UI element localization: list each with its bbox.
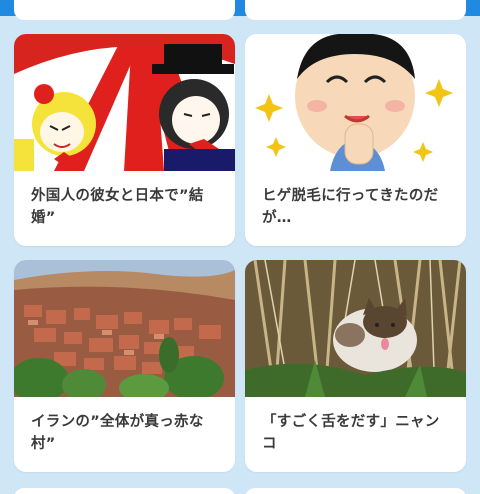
next-card-left[interactable] <box>14 488 235 494</box>
article-card[interactable]: 外国人の彼女と日本で”結婚” <box>14 34 235 246</box>
smiling-man-illustration <box>245 34 466 171</box>
red-village-photo <box>14 260 235 397</box>
cat-in-grass-photo <box>245 260 466 397</box>
previous-card-right[interactable] <box>245 0 466 20</box>
article-title[interactable]: 「すごく舌をだす」ニャンコ <box>245 397 466 455</box>
article-card[interactable]: イランの”全体が真っ赤な村” <box>14 260 235 472</box>
anime-characters-image <box>14 34 235 171</box>
next-card-right[interactable] <box>245 488 466 494</box>
article-title[interactable]: イランの”全体が真っ赤な村” <box>14 397 235 455</box>
article-card[interactable]: 「すごく舌をだす」ニャンコ <box>245 260 466 472</box>
previous-card-left[interactable] <box>14 0 235 20</box>
article-title[interactable]: 外国人の彼女と日本で”結婚” <box>14 171 235 229</box>
article-card[interactable]: ヒゲ脱毛に行ってきたのだが… <box>245 34 466 246</box>
article-grid: 外国人の彼女と日本で”結婚” ヒゲ脱毛に行ってきたのだが… イランの”全体が真っ… <box>14 34 466 472</box>
article-title[interactable]: ヒゲ脱毛に行ってきたのだが… <box>245 171 466 229</box>
